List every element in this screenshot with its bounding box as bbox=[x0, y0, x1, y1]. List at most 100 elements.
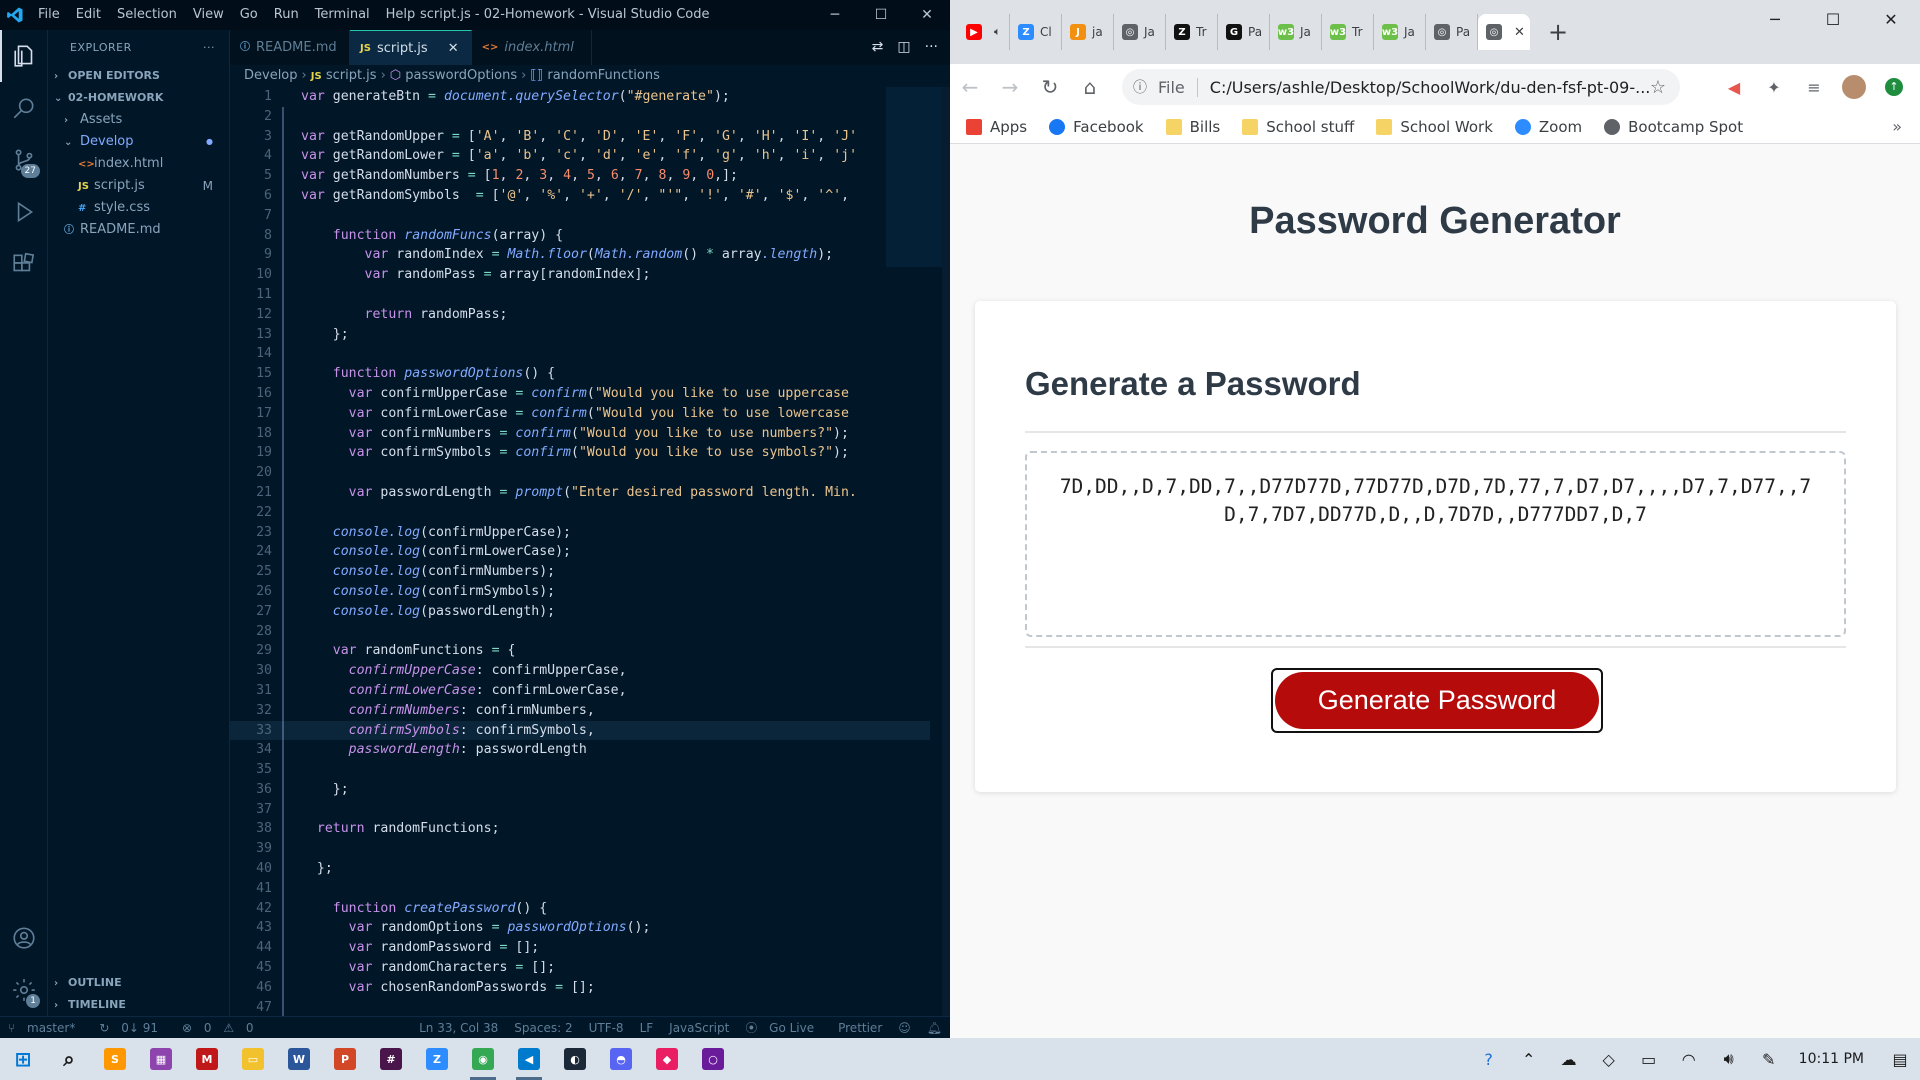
notifications-icon[interactable]: 🔔︎ bbox=[919, 1021, 950, 1035]
taskbar-mcafee[interactable]: M bbox=[184, 1038, 230, 1080]
menu-help[interactable]: Help bbox=[378, 0, 424, 30]
help-icon[interactable]: ? bbox=[1469, 1050, 1509, 1069]
extensions-icon[interactable] bbox=[0, 238, 48, 290]
bookmark-item[interactable]: Facebook bbox=[1049, 118, 1144, 136]
menu-run[interactable]: Run bbox=[266, 0, 307, 30]
bookmark-item[interactable]: Bills bbox=[1165, 118, 1220, 136]
encoding[interactable]: UTF-8 bbox=[581, 1021, 632, 1035]
taskbar-discord[interactable]: ◓ bbox=[598, 1038, 644, 1080]
browser-tab[interactable]: Z Tr bbox=[1166, 14, 1218, 50]
bookmark-item[interactable]: School Work bbox=[1376, 118, 1493, 136]
breadcrumb-item[interactable]: Develop bbox=[244, 68, 298, 83]
source-control-icon[interactable]: 27 bbox=[0, 134, 48, 186]
taskbar-app-2[interactable]: ◆ bbox=[644, 1038, 690, 1080]
close-button[interactable]: ✕ bbox=[904, 0, 950, 30]
more-bookmarks-icon[interactable]: » bbox=[1892, 110, 1902, 144]
minimize-button[interactable]: ─ bbox=[812, 0, 858, 30]
notifications-icon[interactable]: ▤ bbox=[1880, 1050, 1920, 1069]
menu-terminal[interactable]: Terminal bbox=[307, 0, 378, 30]
cursor-position[interactable]: Ln 33, Col 38 bbox=[411, 1021, 506, 1035]
menu-go[interactable]: Go bbox=[232, 0, 266, 30]
home-button[interactable]: ⌂ bbox=[1070, 67, 1110, 107]
chevron-up-icon[interactable]: ⌃ bbox=[1509, 1050, 1549, 1069]
password-textarea[interactable]: 7D,DD,,D,7,DD,7,,D77D77D,77D77D,D7D,7D,7… bbox=[1025, 451, 1846, 637]
breadcrumb-item[interactable]: script.js bbox=[326, 68, 377, 83]
split-editor-icon[interactable]: ◫ bbox=[897, 30, 910, 65]
wifi-icon[interactable]: ◠ bbox=[1669, 1050, 1709, 1069]
prettier[interactable]: Prettier bbox=[830, 1021, 890, 1035]
accounts-icon[interactable] bbox=[0, 912, 48, 964]
open-editors-section[interactable]: › OPEN EDITORS bbox=[48, 65, 229, 87]
extension-icon[interactable]: ◀ bbox=[1718, 71, 1750, 103]
close-button[interactable]: ✕ bbox=[1862, 0, 1920, 40]
puzzle-extensions-icon[interactable]: ✦ bbox=[1758, 71, 1790, 103]
bookmark-item[interactable]: School stuff bbox=[1242, 118, 1354, 136]
info-icon[interactable]: ⓘ bbox=[1122, 77, 1158, 97]
close-tab-icon[interactable]: ✕ bbox=[1514, 25, 1525, 40]
dropbox-icon[interactable]: ◇ bbox=[1589, 1050, 1629, 1069]
back-button[interactable]: ← bbox=[950, 67, 990, 107]
file-tree-item[interactable]: JS script.js M bbox=[48, 175, 229, 197]
browser-tab[interactable]: ◎ Pa bbox=[1426, 14, 1478, 50]
bookmark-item[interactable]: Bootcamp Spot bbox=[1604, 118, 1743, 136]
battery-icon[interactable]: ▭ bbox=[1629, 1050, 1669, 1069]
menu-selection[interactable]: Selection bbox=[109, 0, 185, 30]
indentation[interactable]: Spaces: 2 bbox=[506, 1021, 580, 1035]
file-tree-item[interactable]: <>index.html bbox=[48, 153, 229, 175]
taskbar-slack[interactable]: # bbox=[368, 1038, 414, 1080]
taskbar-vscode[interactable]: ◀ bbox=[506, 1038, 552, 1080]
browser-tab[interactable]: ▶ 🔈︎ bbox=[958, 14, 1010, 50]
taskbar-zoom[interactable]: Z bbox=[414, 1038, 460, 1080]
search-icon[interactable] bbox=[0, 82, 48, 134]
volume-icon[interactable]: 🔊︎ bbox=[1709, 1049, 1749, 1069]
taskbar-powerpoint[interactable]: P bbox=[322, 1038, 368, 1080]
reload-button[interactable]: ↻ bbox=[1030, 67, 1070, 107]
browser-tab[interactable]: G Pa bbox=[1218, 14, 1270, 50]
tab-script-js[interactable]: JS script.js ✕ bbox=[350, 30, 472, 65]
settings-gear-icon[interactable]: 1 bbox=[0, 964, 48, 1016]
editor-scrollbar[interactable] bbox=[942, 87, 950, 1016]
taskbar-sublime[interactable]: S bbox=[92, 1038, 138, 1080]
browser-tab[interactable]: ◎ Ja bbox=[1114, 14, 1166, 50]
taskbar-app-1[interactable]: ▦ bbox=[138, 1038, 184, 1080]
taskbar-word[interactable]: W bbox=[276, 1038, 322, 1080]
forward-button[interactable]: → bbox=[990, 67, 1030, 107]
minimap[interactable] bbox=[886, 87, 944, 267]
timeline-section[interactable]: › TIMELINE bbox=[48, 994, 230, 1016]
taskbar-app-3[interactable]: ○ bbox=[690, 1038, 736, 1080]
media-control-icon[interactable]: ≡ bbox=[1798, 71, 1830, 103]
code-editor[interactable]: 1 var generateBtn = document.querySelecto… bbox=[230, 87, 930, 1016]
feedback-icon[interactable]: ☺ bbox=[890, 1021, 919, 1035]
menu-view[interactable]: View bbox=[185, 0, 232, 30]
tab-readme[interactable]: ⓘ README.md bbox=[230, 30, 350, 65]
clock[interactable]: 10:11 PM bbox=[1789, 1051, 1880, 1067]
menu-file[interactable]: File bbox=[30, 0, 68, 30]
taskbar-windows-start[interactable]: ⊞ bbox=[0, 1038, 46, 1080]
minimize-button[interactable]: ─ bbox=[1746, 0, 1804, 40]
browser-tab[interactable]: w3 Ja bbox=[1374, 14, 1426, 50]
pen-icon[interactable]: ✎ bbox=[1749, 1050, 1789, 1069]
bookmark-star-icon[interactable]: ☆ bbox=[1650, 77, 1666, 98]
audio-playing-icon[interactable]: 🔈︎ bbox=[994, 25, 1001, 39]
more-actions-icon[interactable]: ··· bbox=[925, 30, 938, 65]
workspace-folder-section[interactable]: ⌄ 02-HOMEWORK bbox=[48, 87, 229, 109]
close-tab-icon[interactable]: ✕ bbox=[448, 31, 459, 66]
onedrive-icon[interactable]: ☁ bbox=[1549, 1050, 1589, 1069]
taskbar-chrome[interactable]: ◉ bbox=[460, 1038, 506, 1080]
taskbar-file-explorer[interactable]: ▭ bbox=[230, 1038, 276, 1080]
menu-edit[interactable]: Edit bbox=[68, 0, 109, 30]
bookmark-item[interactable]: Apps bbox=[966, 118, 1027, 136]
end-of-line[interactable]: LF bbox=[632, 1021, 662, 1035]
generate-password-button[interactable]: Generate Password bbox=[1275, 672, 1599, 729]
run-debug-icon[interactable] bbox=[0, 186, 48, 238]
avatar[interactable] bbox=[1838, 71, 1870, 103]
outline-section[interactable]: › OUTLINE bbox=[48, 972, 230, 994]
browser-tab[interactable]: Jja bbox=[1062, 14, 1114, 50]
bookmark-item[interactable]: Zoom bbox=[1514, 118, 1582, 136]
file-tree-item[interactable]: ⓘ README.md bbox=[48, 219, 229, 241]
go-live[interactable]: ⦿ Go Live bbox=[737, 1019, 830, 1036]
new-tab-button[interactable]: + bbox=[1540, 14, 1576, 50]
taskbar-steam[interactable]: ◐ bbox=[552, 1038, 598, 1080]
language-mode[interactable]: JavaScript bbox=[661, 1021, 737, 1035]
more-actions-icon[interactable]: ··· bbox=[203, 30, 215, 65]
